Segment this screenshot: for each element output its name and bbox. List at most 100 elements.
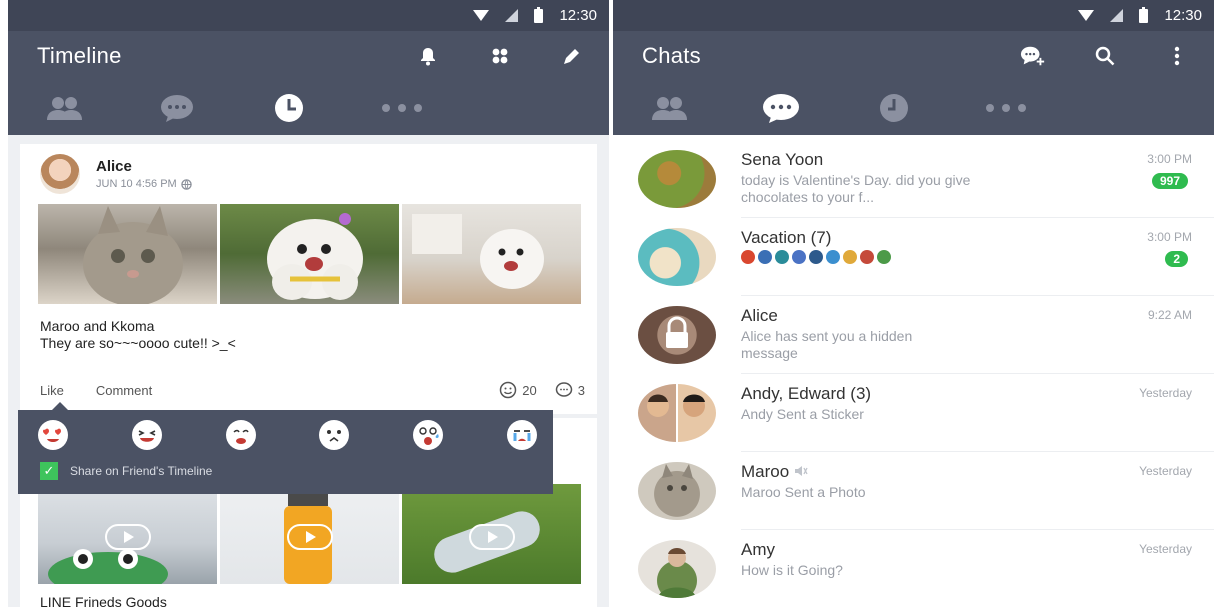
laughing-emoji-icon[interactable] bbox=[131, 420, 162, 450]
tab-friends[interactable] bbox=[613, 81, 725, 135]
chat-list-item[interactable]: Amy How is it Going? Yesterday bbox=[613, 530, 1214, 607]
tab-more[interactable] bbox=[346, 81, 459, 135]
photo-dog[interactable] bbox=[220, 204, 399, 304]
avatar bbox=[638, 462, 716, 520]
clock-icon bbox=[879, 94, 908, 122]
bell-icon[interactable] bbox=[415, 43, 441, 69]
chat-list-item[interactable]: Maroo Maroo Sent a Photo Yesterday bbox=[613, 452, 1214, 530]
apps-icon[interactable] bbox=[487, 43, 513, 69]
tab-more[interactable] bbox=[950, 81, 1062, 135]
photo-cat[interactable] bbox=[38, 204, 217, 304]
chat-preview: How is it Going? bbox=[741, 562, 843, 578]
comment-count-value: 3 bbox=[577, 382, 585, 398]
friends-icon bbox=[47, 97, 83, 120]
video-grass-item[interactable] bbox=[402, 484, 581, 584]
like-button[interactable]: Like bbox=[40, 383, 64, 398]
chat-preview: Maroo Sent a Photo bbox=[741, 484, 866, 500]
chats-screen: 12:30 Chats Sena Yoon today is Valentine… bbox=[613, 0, 1214, 607]
chat-list-item[interactable]: Alice Alice has sent you a hidden messag… bbox=[613, 296, 1214, 374]
page-title: Chats bbox=[642, 43, 701, 68]
more-vertical-icon[interactable] bbox=[1164, 43, 1190, 69]
sweating-emoji-icon[interactable] bbox=[413, 420, 444, 450]
chat-preview: Andy Sent a Sticker bbox=[741, 406, 864, 422]
tab-timeline[interactable] bbox=[838, 81, 950, 135]
active-tab-indicator bbox=[458, 81, 609, 135]
battery-icon bbox=[1139, 6, 1149, 23]
love-eyes-emoji-icon[interactable] bbox=[38, 420, 68, 450]
app-bar: Timeline bbox=[8, 31, 609, 81]
tab-timeline[interactable] bbox=[233, 81, 346, 135]
avatar[interactable] bbox=[40, 154, 80, 194]
wifi-icon bbox=[473, 10, 490, 21]
post-date: JUN 10 4:56 PM bbox=[96, 178, 177, 190]
status-bar: 12:30 bbox=[8, 0, 609, 31]
clock-icon bbox=[275, 94, 304, 122]
chat-list-item[interactable]: Vacation (7) 3:00 PM 2 bbox=[613, 218, 1214, 296]
chat-preview: Alice has sent you a hidden message bbox=[741, 328, 913, 361]
comment-icon bbox=[555, 382, 573, 397]
more-icon bbox=[381, 104, 422, 112]
lock-icon bbox=[666, 316, 688, 348]
avatar bbox=[638, 540, 716, 598]
mute-icon bbox=[794, 466, 808, 476]
tab-friends[interactable] bbox=[8, 81, 121, 135]
chat-name: Vacation (7) bbox=[741, 228, 832, 247]
chat-time: Yesterday bbox=[1139, 542, 1192, 556]
tab-bar bbox=[8, 81, 609, 135]
avatar bbox=[638, 150, 716, 208]
smile-count-value: 20 bbox=[522, 382, 537, 398]
more-icon bbox=[985, 104, 1026, 112]
smile-icon bbox=[500, 381, 517, 399]
status-time: 12:30 bbox=[1164, 7, 1202, 24]
unread-badge: 2 bbox=[1165, 251, 1188, 267]
share-on-timeline-option[interactable]: ✓ Share on Friend's Timeline bbox=[18, 450, 553, 480]
chat-name-text: Maroo bbox=[741, 462, 790, 481]
app-bar: Chats bbox=[613, 31, 1214, 81]
post-caption: LINE Frineds Goods bbox=[40, 594, 167, 607]
signal-icon bbox=[505, 9, 519, 22]
crying-emoji-icon[interactable] bbox=[506, 420, 537, 450]
video-frog-item[interactable] bbox=[38, 484, 217, 584]
post-author[interactable]: Alice bbox=[96, 158, 192, 175]
clapping-emoji-icon[interactable] bbox=[225, 420, 256, 450]
shocked-emoji-icon[interactable] bbox=[319, 420, 350, 450]
play-icon bbox=[468, 524, 515, 550]
active-tab-indicator bbox=[1062, 81, 1214, 135]
chat-time: Yesterday bbox=[1139, 386, 1192, 400]
chat-icon bbox=[763, 94, 800, 123]
avatar bbox=[638, 384, 716, 442]
add-chat-icon[interactable] bbox=[1020, 43, 1046, 69]
avatar bbox=[638, 306, 716, 364]
post-caption-line1: Maroo and Kkoma bbox=[40, 318, 155, 334]
reaction-popup: ✓ Share on Friend's Timeline bbox=[18, 402, 553, 494]
pencil-icon[interactable] bbox=[559, 43, 585, 69]
photo-dog-room[interactable] bbox=[402, 204, 581, 304]
chat-list-item[interactable]: Andy, Edward (3) Andy Sent a Sticker Yes… bbox=[613, 374, 1214, 452]
search-icon[interactable] bbox=[1092, 43, 1118, 69]
chat-time: Yesterday bbox=[1139, 464, 1192, 478]
chat-icon bbox=[160, 95, 193, 122]
smile-count[interactable]: 20 bbox=[499, 381, 537, 399]
share-label: Share on Friend's Timeline bbox=[70, 464, 213, 478]
timeline-post: Alice JUN 10 4:56 PM Maroo and Kkoma The… bbox=[20, 144, 597, 414]
page-title: Timeline bbox=[37, 43, 122, 68]
chat-time: 9:22 AM bbox=[1147, 308, 1192, 322]
share-checkbox[interactable]: ✓ bbox=[40, 462, 58, 480]
status-bar: 12:30 bbox=[613, 0, 1214, 31]
avatar bbox=[638, 228, 716, 286]
signal-icon bbox=[1110, 9, 1124, 22]
chat-list-item[interactable]: Sena Yoon today is Valentine's Day. did … bbox=[613, 140, 1214, 218]
battery-icon bbox=[534, 6, 544, 23]
tab-chats[interactable] bbox=[121, 81, 234, 135]
timeline-screen: 12:30 Timeline Alice JUN 10 4:56 PM Maro… bbox=[8, 0, 609, 607]
comment-count[interactable]: 3 bbox=[555, 381, 585, 399]
tab-chats[interactable] bbox=[725, 81, 837, 135]
friends-icon bbox=[652, 97, 688, 120]
status-time: 12:30 bbox=[559, 7, 597, 24]
comment-button[interactable]: Comment bbox=[96, 383, 152, 398]
chat-time: 3:00 PM bbox=[1147, 152, 1192, 166]
chat-preview: today is Valentine's Day. did you give c… bbox=[741, 172, 971, 205]
video-bottle-item[interactable] bbox=[220, 484, 399, 584]
unread-badge: 997 bbox=[1151, 173, 1188, 189]
chat-name: Alice bbox=[741, 306, 778, 325]
